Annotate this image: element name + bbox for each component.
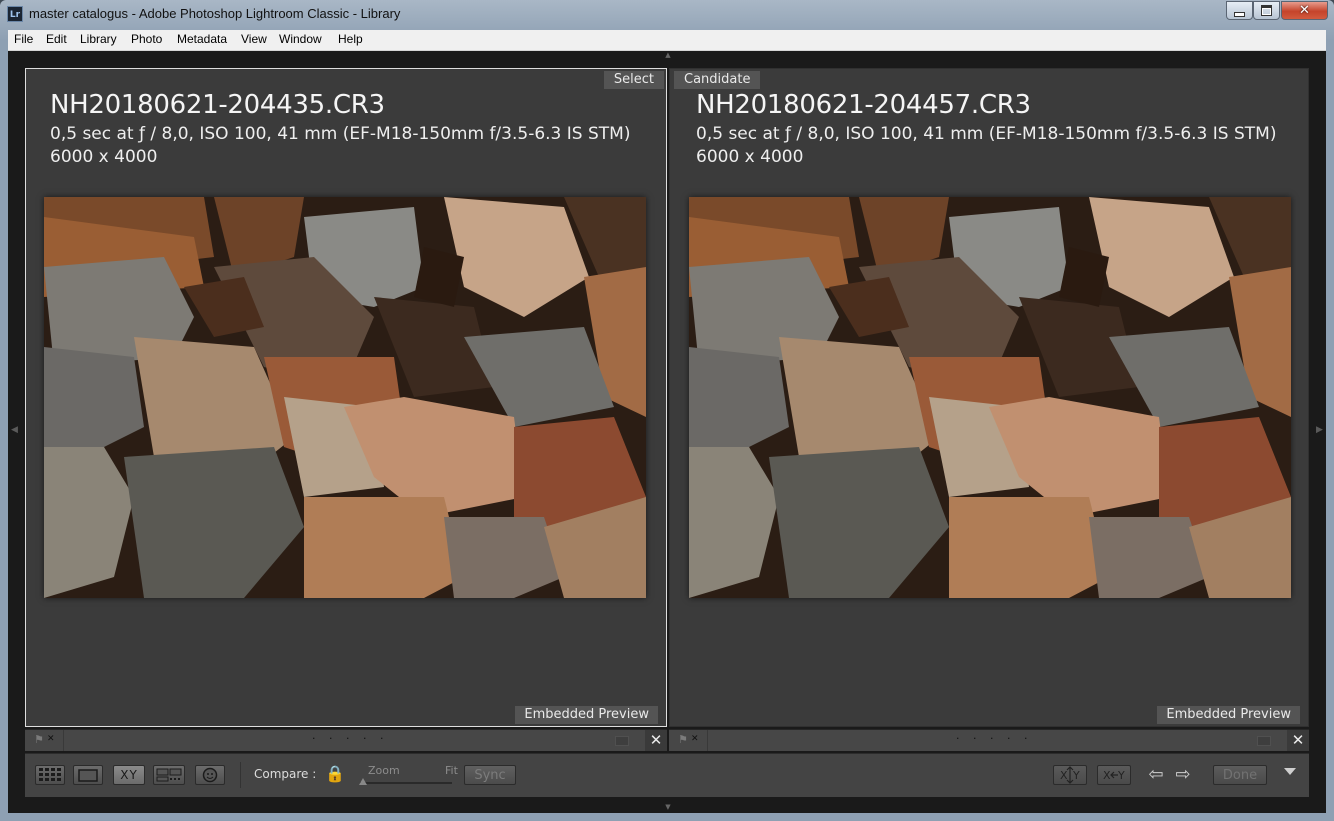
app-window: Lr master catalogus - Adobe Photoshop Li… bbox=[0, 0, 1334, 821]
strip-divider bbox=[63, 730, 64, 751]
pane-dimensions: 6000 x 4000 bbox=[50, 147, 158, 167]
star-rating-dots[interactable]: · · · · · bbox=[312, 732, 388, 745]
candidate-rating-strip: ⚑ ✕ · · · · · ✕ bbox=[669, 729, 1309, 751]
menu-view[interactable]: View bbox=[241, 32, 267, 46]
menu-bar: File Edit Library Photo Metadata View Wi… bbox=[8, 30, 1326, 51]
lightroom-app-icon: Lr bbox=[7, 6, 23, 22]
make-select-icon: X Y bbox=[1103, 769, 1125, 782]
svg-text:X: X bbox=[1060, 769, 1068, 782]
flag-reject-icon[interactable]: ✕ bbox=[691, 733, 701, 745]
maximize-button[interactable] bbox=[1253, 1, 1280, 20]
sync-button[interactable]: Sync bbox=[464, 765, 516, 785]
window-title: master catalogus - Adobe Photoshop Light… bbox=[29, 6, 401, 21]
pane-filename: NH20180621-204435.CR3 bbox=[50, 90, 385, 120]
compare-pane-candidate[interactable]: Candidate NH20180621-204457.CR3 0,5 sec … bbox=[669, 68, 1309, 727]
lightroom-workspace: ▲ ◀ ▶ Select NH20180621-204435.CR3 0,5 s… bbox=[8, 51, 1326, 813]
make-select-button[interactable]: X Y bbox=[1097, 765, 1131, 785]
grid-view-button[interactable] bbox=[35, 765, 65, 785]
left-panel-toggle-icon[interactable]: ◀ bbox=[11, 425, 18, 435]
close-select-button[interactable]: ✕ bbox=[645, 730, 667, 751]
loupe-view-button[interactable] bbox=[73, 765, 103, 785]
menu-photo[interactable]: Photo bbox=[131, 32, 162, 46]
svg-text:X: X bbox=[1103, 769, 1111, 782]
flag-reject-icon[interactable]: ✕ bbox=[47, 733, 57, 745]
embedded-preview-badge: Embedded Preview bbox=[1157, 706, 1300, 724]
grid-icon bbox=[39, 768, 61, 781]
pane-exif-info: 0,5 sec at ƒ / 8,0, ISO 100, 41 mm (EF-M… bbox=[50, 124, 631, 144]
firewood-photo-image bbox=[44, 197, 646, 598]
select-rating-strip: ⚑ ✕ · · · · · ✕ bbox=[25, 729, 667, 751]
minimize-icon bbox=[1234, 11, 1245, 17]
previous-arrow-icon[interactable]: ⇦ bbox=[1146, 765, 1166, 785]
compare-view-button[interactable]: XY bbox=[113, 765, 145, 785]
color-label-slot[interactable] bbox=[1257, 736, 1271, 746]
embedded-preview-badge: Embedded Preview bbox=[515, 706, 658, 724]
color-label-slot[interactable] bbox=[615, 736, 629, 746]
filmstrip-toggle-icon[interactable]: ▼ bbox=[663, 803, 673, 811]
flag-pick-icon[interactable]: ⚑ bbox=[678, 733, 692, 747]
minimize-button[interactable] bbox=[1226, 1, 1253, 20]
close-icon: ✕ bbox=[1299, 3, 1310, 18]
zoom-slider-handle[interactable] bbox=[359, 778, 367, 785]
close-candidate-button[interactable]: ✕ bbox=[1287, 730, 1309, 751]
pane-tag-candidate: Candidate bbox=[674, 71, 761, 89]
toolbar-divider bbox=[240, 762, 241, 788]
loupe-icon bbox=[78, 768, 98, 782]
menu-library[interactable]: Library bbox=[80, 32, 117, 46]
strip-divider bbox=[707, 730, 708, 751]
menu-window[interactable]: Window bbox=[279, 32, 322, 46]
compare-xy-icon: XY bbox=[120, 768, 138, 782]
survey-view-button[interactable] bbox=[153, 765, 185, 785]
swap-xy-icon: X Y bbox=[1060, 766, 1080, 784]
svg-text:Y: Y bbox=[1072, 769, 1080, 782]
pane-dimensions: 6000 x 4000 bbox=[696, 147, 804, 167]
flag-pick-icon[interactable]: ⚑ bbox=[34, 733, 48, 747]
menu-edit[interactable]: Edit bbox=[46, 32, 67, 46]
photo-preview[interactable] bbox=[689, 197, 1291, 598]
menu-file[interactable]: File bbox=[14, 32, 33, 46]
done-button[interactable]: Done bbox=[1213, 765, 1267, 785]
pane-tag-select: Select bbox=[603, 71, 664, 89]
people-view-button[interactable] bbox=[195, 765, 225, 785]
svg-text:Y: Y bbox=[1117, 769, 1125, 782]
title-bar: Lr master catalogus - Adobe Photoshop Li… bbox=[0, 0, 1334, 30]
firewood-photo-image bbox=[689, 197, 1291, 598]
star-rating-dots[interactable]: · · · · · bbox=[956, 732, 1032, 745]
people-face-icon bbox=[202, 767, 218, 783]
close-window-button[interactable]: ✕ bbox=[1281, 1, 1328, 20]
fit-label: Fit bbox=[445, 764, 458, 777]
survey-icon bbox=[156, 768, 182, 782]
lock-icon[interactable]: 🔒 bbox=[325, 764, 345, 784]
top-panel-toggle-icon[interactable]: ▲ bbox=[663, 52, 673, 59]
right-panel-toggle-icon[interactable]: ▶ bbox=[1316, 425, 1323, 435]
compare-label: Compare : bbox=[254, 767, 317, 781]
next-arrow-icon[interactable]: ⇨ bbox=[1173, 765, 1193, 785]
zoom-slider-track[interactable] bbox=[360, 782, 452, 784]
bottom-toolbar: XY Compare : 🔒 Zoom Fit Sync X Y X Y ⇦ ⇨… bbox=[25, 753, 1309, 797]
pane-filename: NH20180621-204457.CR3 bbox=[696, 90, 1031, 120]
compare-pane-select[interactable]: Select NH20180621-204435.CR3 0,5 sec at … bbox=[25, 68, 667, 727]
pane-exif-info: 0,5 sec at ƒ / 8,0, ISO 100, 41 mm (EF-M… bbox=[696, 124, 1277, 144]
swap-button[interactable]: X Y bbox=[1053, 765, 1087, 785]
toolbar-options-dropdown-icon[interactable] bbox=[1284, 768, 1296, 775]
menu-metadata[interactable]: Metadata bbox=[177, 32, 227, 46]
menu-help[interactable]: Help bbox=[338, 32, 363, 46]
zoom-label: Zoom bbox=[368, 764, 400, 777]
photo-preview[interactable] bbox=[44, 197, 646, 598]
maximize-icon bbox=[1261, 5, 1272, 16]
